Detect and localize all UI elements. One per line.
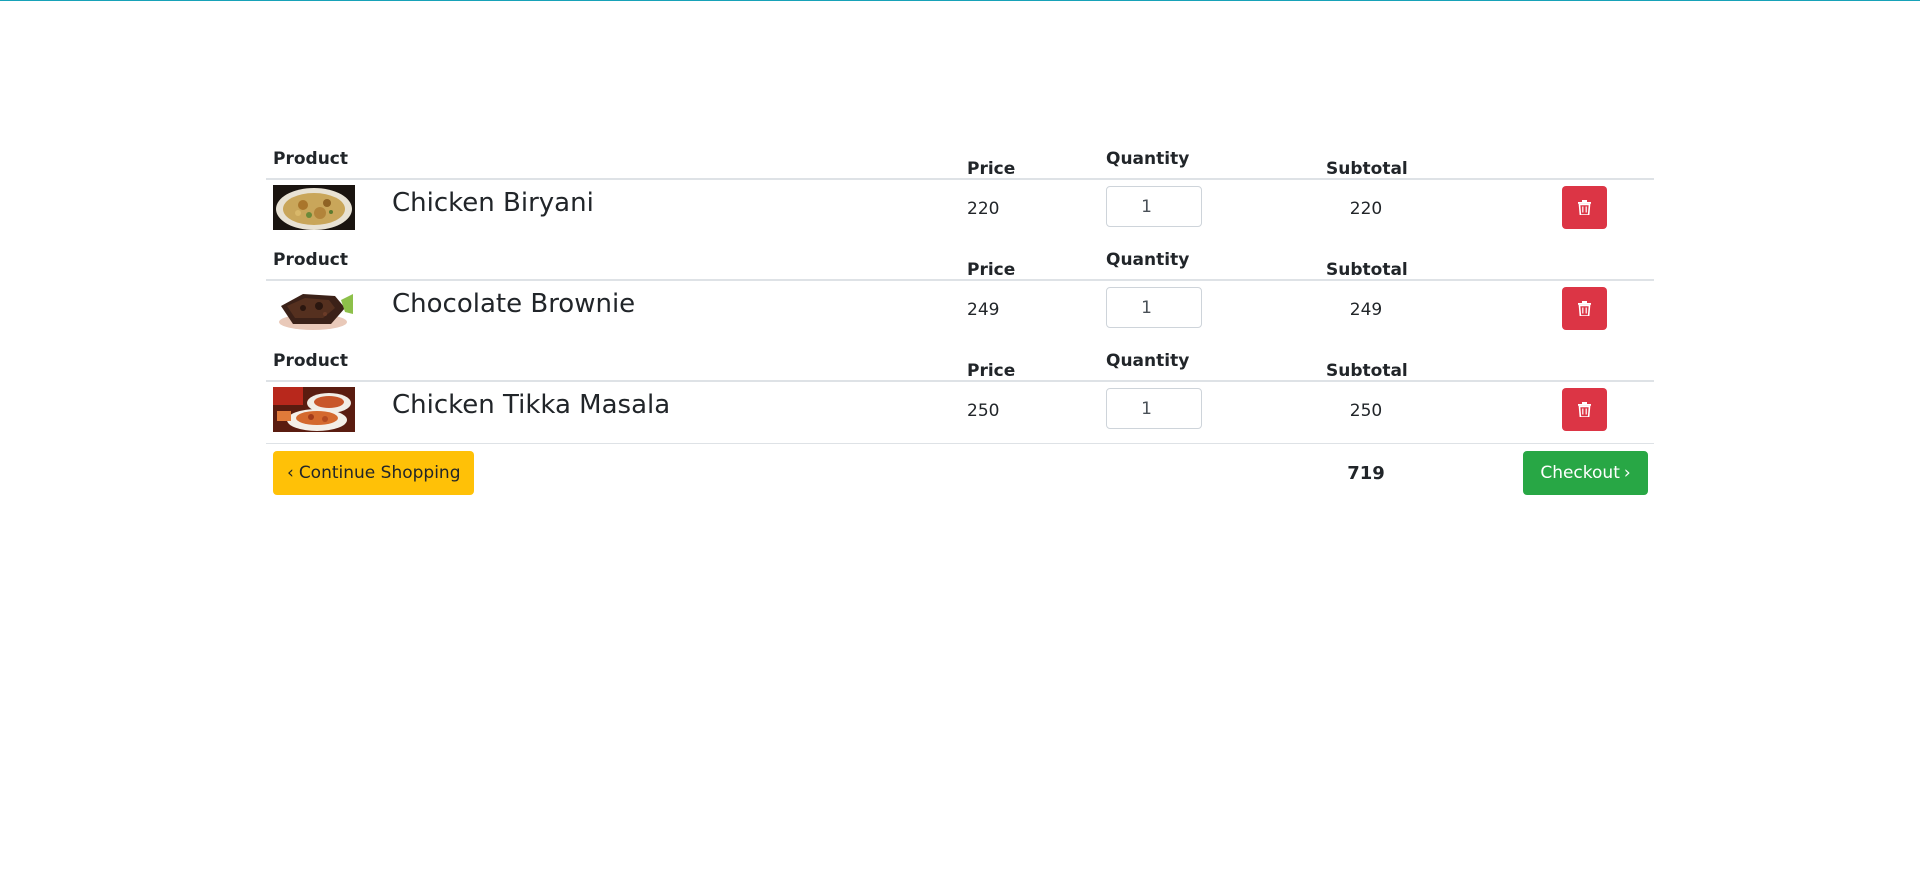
cart-item-block: Product Price Quantity Subtotal Chicken … bbox=[266, 140, 1654, 241]
table-header: Product Price Quantity Subtotal bbox=[266, 342, 1654, 382]
table-header: Product Price Quantity Subtotal bbox=[266, 140, 1654, 180]
table-header: Product Price Quantity Subtotal bbox=[266, 241, 1654, 281]
product-subtotal: 250 bbox=[1349, 401, 1383, 421]
column-header-product: Product bbox=[273, 149, 348, 169]
chicken-tikka-masala-image bbox=[273, 387, 355, 432]
cart-total: 719 bbox=[1347, 463, 1385, 484]
chevron-left-icon: ‹ bbox=[287, 462, 294, 483]
table-row: Chicken Biryani 220 220 bbox=[266, 180, 1654, 241]
column-header-product: Product bbox=[273, 351, 348, 371]
checkout-button[interactable]: Checkout › bbox=[1523, 451, 1648, 495]
column-header-subtotal: Subtotal bbox=[1326, 159, 1408, 179]
column-header-quantity: Quantity bbox=[1106, 351, 1190, 371]
column-header-subtotal: Subtotal bbox=[1326, 260, 1408, 280]
chocolate-brownie-image bbox=[273, 286, 355, 331]
table-row: Chocolate Brownie 249 249 bbox=[266, 281, 1654, 342]
cart-item-block: Product Price Quantity Subtotal Chicken … bbox=[266, 342, 1654, 444]
table-row: Chicken Tikka Masala 250 250 bbox=[266, 382, 1654, 444]
chicken-biryani-image bbox=[273, 185, 355, 230]
column-header-price: Price bbox=[967, 159, 1016, 179]
column-header-quantity: Quantity bbox=[1106, 250, 1190, 270]
product-price: 220 bbox=[967, 199, 1000, 219]
column-header-price: Price bbox=[967, 361, 1016, 381]
column-header-price: Price bbox=[967, 260, 1016, 280]
top-accent-border bbox=[0, 0, 1920, 1]
delete-item-button[interactable] bbox=[1562, 186, 1607, 229]
column-header-quantity: Quantity bbox=[1106, 149, 1190, 169]
continue-shopping-label: Continue Shopping bbox=[298, 463, 461, 483]
cart-item-block: Product Price Quantity Subtotal Chocolat… bbox=[266, 241, 1654, 342]
product-price: 250 bbox=[967, 401, 1000, 421]
cart-footer: ‹ Continue Shopping 719 Checkout › bbox=[266, 444, 1654, 500]
column-header-product: Product bbox=[273, 250, 348, 270]
continue-shopping-button[interactable]: ‹ Continue Shopping bbox=[273, 451, 474, 495]
product-subtotal: 220 bbox=[1349, 199, 1383, 219]
product-price: 249 bbox=[967, 300, 1000, 320]
product-subtotal: 249 bbox=[1349, 300, 1383, 320]
cart-table: Product Price Quantity Subtotal Chicken … bbox=[266, 140, 1654, 500]
trash-icon bbox=[1578, 200, 1591, 215]
quantity-input[interactable] bbox=[1106, 287, 1202, 328]
delete-item-button[interactable] bbox=[1562, 287, 1607, 330]
column-header-subtotal: Subtotal bbox=[1326, 361, 1408, 381]
product-name: Chicken Biryani bbox=[392, 188, 594, 218]
chevron-right-icon: › bbox=[1623, 462, 1631, 483]
product-name: Chocolate Brownie bbox=[392, 289, 636, 319]
quantity-input[interactable] bbox=[1106, 388, 1202, 429]
trash-icon bbox=[1578, 402, 1591, 417]
product-name: Chicken Tikka Masala bbox=[392, 390, 671, 420]
delete-item-button[interactable] bbox=[1562, 388, 1607, 431]
trash-icon bbox=[1578, 301, 1591, 316]
checkout-label: Checkout bbox=[1540, 463, 1620, 483]
quantity-input[interactable] bbox=[1106, 186, 1202, 227]
